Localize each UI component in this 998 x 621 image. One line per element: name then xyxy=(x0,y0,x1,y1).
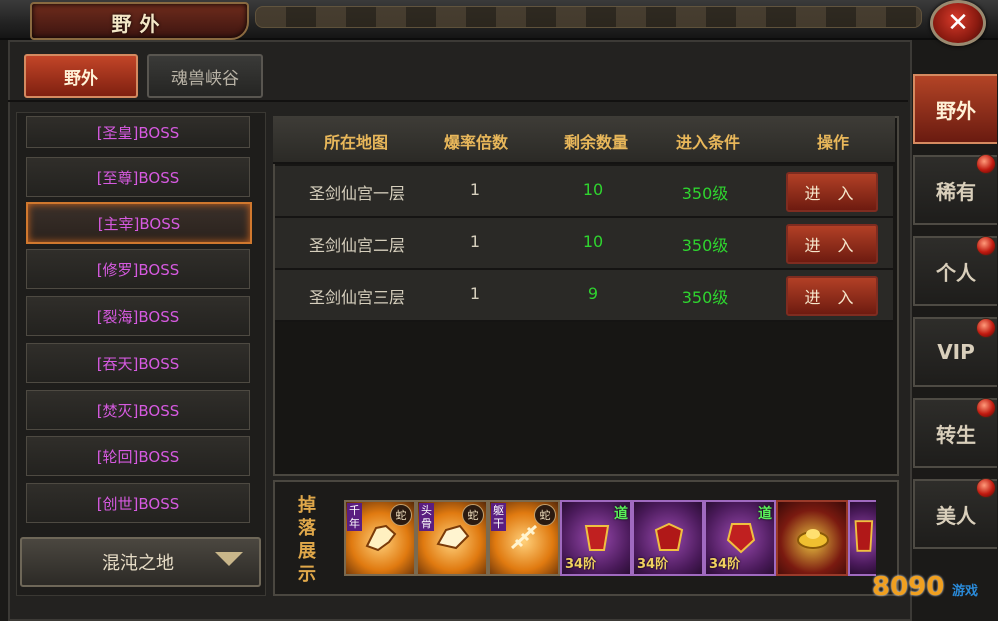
chevron-down-icon xyxy=(215,552,243,566)
bone-icon xyxy=(510,524,538,550)
table-row: 圣剑仙宫二层 1 10 350级 进 入 xyxy=(275,218,893,270)
boss-item-zhizun[interactable]: [至尊]BOSS xyxy=(26,157,250,197)
drop-item[interactable]: 34阶 xyxy=(632,500,704,576)
enter-button[interactable]: 进 入 xyxy=(786,224,878,264)
zone-select-value: 混沌之地 xyxy=(102,553,174,574)
drop-item[interactable] xyxy=(776,500,848,576)
armor-icon xyxy=(854,520,874,552)
gold-ingot-icon xyxy=(797,529,829,549)
enter-button[interactable]: 进 入 xyxy=(786,172,878,212)
cell-rate: 1 xyxy=(469,232,481,251)
notification-dot-icon xyxy=(976,318,996,338)
item-dao-badge: 道 xyxy=(758,506,772,522)
item-level: 34阶 xyxy=(709,557,741,572)
drop-item[interactable]: 千年 蛇 xyxy=(344,500,416,576)
col-remaining: 剩余数量 xyxy=(563,133,628,152)
table-header: 所在地图 爆率倍数 剩余数量 进入条件 操作 xyxy=(273,116,895,164)
notification-dot-icon xyxy=(976,478,996,498)
boss-item-shenghuang[interactable]: [圣皇]BOSS xyxy=(26,116,250,148)
notification-dot-icon xyxy=(976,398,996,418)
item-tag: 头骨 xyxy=(419,503,434,531)
top-decoration xyxy=(255,6,922,28)
drop-item[interactable]: 道 34阶 xyxy=(560,500,632,576)
armor-icon xyxy=(584,525,610,551)
item-level: 34阶 xyxy=(565,557,597,572)
dragon-skull-icon xyxy=(436,524,470,550)
side-tab-wild[interactable]: 野外 xyxy=(913,74,997,144)
cell-rate: 1 xyxy=(469,180,481,199)
close-button[interactable]: ✕ xyxy=(930,0,986,46)
cell-rate: 1 xyxy=(469,284,481,303)
tab-soul-beast-canyon[interactable]: 魂兽峡谷 xyxy=(147,54,263,98)
drop-item[interactable]: 道 34阶 xyxy=(704,500,776,576)
boss-item-lunhui[interactable]: [轮回]BOSS xyxy=(26,436,250,476)
cell-condition: 350级 xyxy=(681,288,729,307)
boss-item-xiuluo[interactable]: [修罗]BOSS xyxy=(26,249,250,289)
item-tag: 千年 xyxy=(347,503,362,531)
boss-item-fenmie[interactable]: [焚灭]BOSS xyxy=(26,390,250,430)
boss-item-liehai[interactable]: [裂海]BOSS xyxy=(26,296,250,336)
cell-remaining: 10 xyxy=(582,232,604,251)
enter-button[interactable]: 进 入 xyxy=(786,276,878,316)
item-dao-badge: 道 xyxy=(614,506,628,522)
item-level: 34阶 xyxy=(637,557,669,572)
watermark-sub: 游戏 xyxy=(952,584,979,599)
watermark-logo: 8090 xyxy=(872,572,945,602)
notification-dot-icon xyxy=(976,236,996,256)
boss-item-chuangshi[interactable]: [创世]BOSS xyxy=(26,483,250,523)
armor-icon xyxy=(654,522,684,551)
table-row: 圣剑仙宫三层 1 9 350级 进 入 xyxy=(275,270,893,322)
armor-icon xyxy=(726,523,756,554)
boss-item-zhuzai[interactable]: [主宰]BOSS xyxy=(26,202,252,244)
notification-dot-icon xyxy=(976,154,996,174)
divider xyxy=(8,100,908,102)
item-tag: 躯干 xyxy=(491,503,506,531)
drop-label: 掉落展示 xyxy=(298,495,316,585)
drop-item[interactable] xyxy=(848,500,876,576)
cell-map: 圣剑仙宫二层 xyxy=(308,236,405,255)
boss-item-tuntian[interactable]: [吞天]BOSS xyxy=(26,343,250,383)
tab-wild[interactable]: 野外 xyxy=(24,54,138,98)
close-icon: ✕ xyxy=(947,8,969,38)
cell-map: 圣剑仙宫一层 xyxy=(308,184,405,203)
top-bar: 野外 xyxy=(0,0,998,40)
col-map: 所在地图 xyxy=(323,133,388,152)
title-plate: 野外 xyxy=(30,2,249,40)
col-action: 操作 xyxy=(816,133,849,152)
drop-item[interactable]: 头骨 蛇 xyxy=(416,500,488,576)
drop-item[interactable]: 躯干 蛇 xyxy=(488,500,560,576)
window-title: 野外 xyxy=(111,12,168,36)
zone-select[interactable]: 混沌之地 xyxy=(20,537,261,587)
col-condition: 进入条件 xyxy=(675,133,740,152)
col-rate: 爆率倍数 xyxy=(443,133,508,152)
cell-condition: 350级 xyxy=(681,236,729,255)
table-row: 圣剑仙宫一层 1 10 350级 进 入 xyxy=(275,166,893,218)
cell-map: 圣剑仙宫三层 xyxy=(308,288,405,307)
dragon-skull-icon xyxy=(365,524,397,552)
cell-remaining: 10 xyxy=(582,180,604,199)
cell-condition: 350级 xyxy=(681,184,729,203)
cell-remaining: 9 xyxy=(587,284,599,303)
